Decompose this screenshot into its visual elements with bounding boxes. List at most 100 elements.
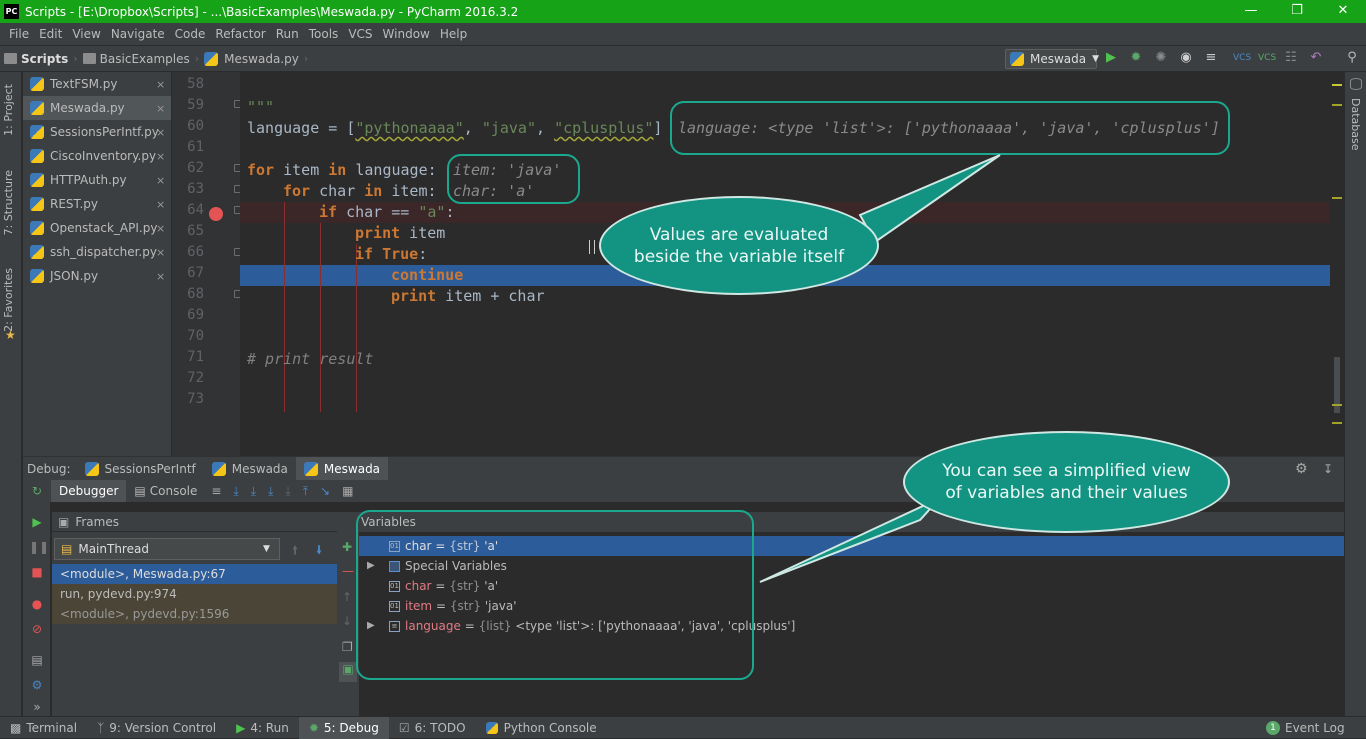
move-up-icon[interactable]: ↑ bbox=[342, 590, 352, 604]
show-execution-point-icon[interactable]: ≡ bbox=[205, 484, 227, 498]
menu-code[interactable]: Code bbox=[170, 27, 211, 41]
close-icon[interactable]: × bbox=[156, 270, 165, 283]
tab-debugger[interactable]: Debugger bbox=[51, 480, 127, 502]
step-into-icon[interactable]: ⤓ bbox=[245, 484, 262, 499]
close-icon[interactable]: × bbox=[156, 198, 165, 211]
menu-bar: File Edit View Navigate Code Refactor Ru… bbox=[0, 23, 1366, 45]
breadcrumb-folder[interactable]: BasicExamples bbox=[79, 52, 194, 66]
run-configuration-select[interactable]: Meswada ▼ bbox=[1005, 49, 1099, 69]
more-icon[interactable]: » bbox=[29, 699, 45, 715]
close-icon[interactable]: × bbox=[156, 174, 165, 187]
concurrency-icon[interactable]: ≡ bbox=[1203, 50, 1219, 66]
menu-navigate[interactable]: Navigate bbox=[106, 27, 170, 41]
tab-database[interactable]: Database bbox=[1349, 98, 1362, 151]
frame-row[interactable]: <module>, pydevd.py:1596 bbox=[52, 604, 337, 624]
mute-breakpoints-icon[interactable]: ⊘ bbox=[29, 621, 45, 637]
close-icon[interactable]: × bbox=[156, 246, 165, 259]
menu-vcs[interactable]: VCS bbox=[343, 27, 377, 41]
frame-row[interactable]: <module>, Meswada.py:67 bbox=[52, 564, 337, 584]
close-icon[interactable]: ✕ bbox=[1320, 0, 1366, 23]
evaluate-icon[interactable]: ▦ bbox=[336, 484, 359, 498]
run-to-cursor-icon[interactable]: ↘ bbox=[314, 484, 336, 498]
profile-icon[interactable]: ◉ bbox=[1178, 50, 1194, 66]
step-out-icon[interactable]: ⤒ bbox=[297, 484, 314, 499]
tab-project[interactable]: 1: Project bbox=[2, 84, 15, 136]
close-icon[interactable]: × bbox=[156, 102, 165, 115]
vcs-update-icon[interactable]: VCS bbox=[1233, 50, 1251, 66]
gear-icon[interactable]: ⚙ bbox=[1295, 461, 1308, 477]
tab-favorites[interactable]: 2: Favorites bbox=[2, 268, 15, 332]
layout-icon[interactable]: ▤ bbox=[29, 652, 45, 668]
file-tab[interactable]: HTTPAuth.py × bbox=[23, 168, 171, 192]
close-icon[interactable]: × bbox=[156, 222, 165, 235]
copy-icon[interactable]: ❐ bbox=[342, 640, 353, 654]
python-file-icon bbox=[30, 77, 44, 91]
menu-refactor[interactable]: Refactor bbox=[210, 27, 270, 41]
menu-view[interactable]: View bbox=[67, 27, 105, 41]
hide-icon[interactable]: ↧ bbox=[1323, 462, 1333, 476]
file-tab[interactable]: Openstack_API.py × bbox=[23, 216, 171, 240]
python-file-icon bbox=[30, 125, 44, 139]
frame-row[interactable]: run, pydevd.py:974 bbox=[52, 584, 337, 604]
stop-icon[interactable]: ■ bbox=[29, 564, 45, 580]
star-icon: ★ bbox=[5, 328, 16, 342]
tab-todo[interactable]: ☑ 6: TODO bbox=[389, 721, 476, 735]
resume-icon[interactable]: ▶ bbox=[29, 514, 45, 530]
vcs-commit-icon[interactable]: VCS bbox=[1258, 50, 1276, 66]
debug-tab-active[interactable]: Meswada bbox=[295, 456, 389, 481]
new-watch-icon[interactable]: ✚ bbox=[342, 540, 352, 554]
file-tab[interactable]: CiscoInventory.py × bbox=[23, 144, 171, 168]
step-into-my-code-icon[interactable]: ⤓ bbox=[262, 484, 279, 499]
debug-tab[interactable]: Meswada bbox=[204, 457, 296, 481]
debug-icon[interactable]: ✹ bbox=[1128, 50, 1144, 66]
file-tab[interactable]: TextFSM.py × bbox=[23, 72, 171, 96]
file-tab[interactable]: REST.py × bbox=[23, 192, 171, 216]
event-log[interactable]: 1 Event Log bbox=[1256, 720, 1355, 735]
tab-terminal[interactable]: ▩ Terminal bbox=[0, 721, 87, 735]
pause-icon[interactable]: ❚❚ bbox=[29, 539, 49, 555]
force-step-into-icon[interactable]: ⤓ bbox=[279, 484, 296, 499]
tab-structure[interactable]: 7: Structure bbox=[2, 170, 15, 235]
tab-debug[interactable]: ✹ 5: Debug bbox=[298, 716, 389, 739]
move-down-icon[interactable]: ↓ bbox=[342, 614, 352, 628]
menu-edit[interactable]: Edit bbox=[34, 27, 67, 41]
file-tab[interactable]: JSON.py × bbox=[23, 264, 171, 288]
menu-window[interactable]: Window bbox=[378, 27, 435, 41]
tab-console[interactable]: ▤ Console bbox=[126, 480, 205, 502]
close-icon[interactable]: × bbox=[156, 78, 165, 91]
menu-file[interactable]: File bbox=[4, 27, 34, 41]
settings-icon[interactable]: ⚙ bbox=[29, 677, 45, 693]
remove-watch-icon[interactable]: — bbox=[342, 564, 354, 578]
menu-help[interactable]: Help bbox=[435, 27, 472, 41]
step-over-icon[interactable]: ⤓ bbox=[227, 484, 244, 499]
line-number: 67 bbox=[187, 265, 204, 281]
file-tab[interactable]: SessionsPerIntf.py × bbox=[23, 120, 171, 144]
view-breakpoints-icon[interactable]: ● bbox=[29, 596, 45, 612]
coverage-icon[interactable]: ✺ bbox=[1153, 50, 1169, 66]
restore-icon[interactable]: ❐ bbox=[1274, 0, 1320, 23]
close-icon[interactable]: × bbox=[156, 150, 165, 163]
rerun-icon[interactable]: ↻ bbox=[23, 484, 51, 498]
breadcrumb-file[interactable]: Meswada.py bbox=[200, 51, 303, 66]
breakpoint-icon[interactable] bbox=[209, 207, 223, 221]
tab-version-control[interactable]: ᛉ 9: Version Control bbox=[87, 721, 226, 735]
run-icon[interactable]: ▶ bbox=[1103, 50, 1119, 66]
arrow-up-icon[interactable]: 🠙 bbox=[292, 541, 298, 562]
file-tab[interactable]: Meswada.py × bbox=[23, 96, 171, 120]
file-tab[interactable]: ssh_dispatcher.py × bbox=[23, 240, 171, 264]
arrow-down-icon[interactable]: 🠛 bbox=[316, 541, 322, 562]
close-icon[interactable]: × bbox=[156, 126, 165, 139]
breadcrumb-root[interactable]: Scripts bbox=[0, 52, 72, 66]
tab-run[interactable]: ▶ 4: Run bbox=[226, 721, 299, 735]
history-icon[interactable]: ☷ bbox=[1283, 50, 1299, 66]
tab-python-console[interactable]: Python Console bbox=[476, 721, 607, 735]
show-watches-icon[interactable]: ▣ bbox=[339, 662, 357, 682]
revert-icon[interactable]: ↶ bbox=[1308, 50, 1324, 66]
menu-run[interactable]: Run bbox=[271, 27, 304, 41]
thread-select[interactable]: ▤ MainThread ▼ bbox=[54, 538, 280, 560]
search-icon[interactable]: ⚲ bbox=[1344, 50, 1360, 66]
menu-tools[interactable]: Tools bbox=[304, 27, 344, 41]
minimize-icon[interactable]: — bbox=[1228, 0, 1274, 23]
line-number: 66 bbox=[187, 244, 204, 260]
debug-tab[interactable]: SessionsPerIntf bbox=[77, 457, 204, 481]
